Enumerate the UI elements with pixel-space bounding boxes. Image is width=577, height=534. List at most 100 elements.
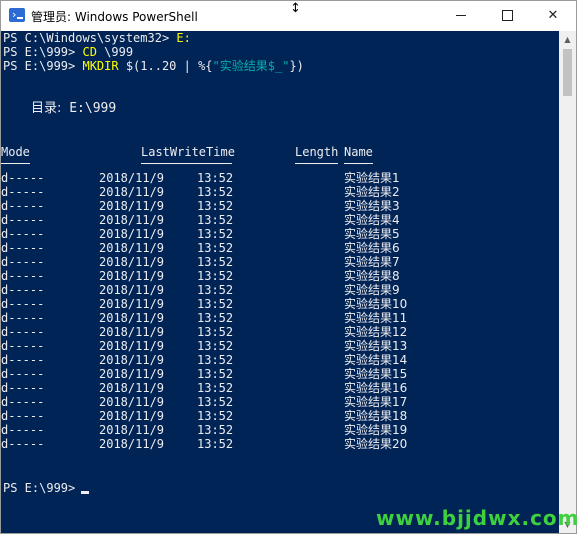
row-name: 实验结果15 [344, 367, 408, 381]
watermark: www.bjjdwx.com [376, 506, 577, 530]
row-name: 实验结果17 [344, 395, 408, 409]
row-name: 实验结果7 [344, 255, 400, 269]
row-mode: d----- [1, 339, 45, 353]
maximize-button[interactable] [484, 1, 530, 31]
row-date: 2018/11/9 [99, 311, 165, 325]
row-time: 13:52 [197, 409, 234, 423]
header-underline [1, 163, 30, 164]
row-mode: d----- [1, 255, 45, 269]
row-time: 13:52 [197, 437, 234, 451]
row-mode: d----- [1, 241, 45, 255]
row-date: 2018/11/9 [99, 199, 165, 213]
header-mode: Mode [1, 145, 30, 159]
row-mode: d----- [1, 437, 45, 451]
row-mode: d----- [1, 227, 45, 241]
console-line-2: PS E:\999> CD \999 [3, 45, 134, 59]
row-name: 实验结果13 [344, 339, 408, 353]
minimize-icon [456, 15, 466, 16]
row-date: 2018/11/9 [99, 227, 165, 241]
vertical-scrollbar[interactable]: ▲ ▼ [559, 31, 576, 533]
row-mode: d----- [1, 311, 45, 325]
close-button[interactable]: ✕ [530, 1, 576, 31]
row-mode: d----- [1, 213, 45, 227]
console-line-3: PS E:\999> MKDIR $(1..20 | %{"实验结果$_"}) [3, 59, 304, 73]
row-mode: d----- [1, 367, 45, 381]
row-date: 2018/11/9 [99, 213, 165, 227]
row-name: 实验结果8 [344, 269, 400, 283]
row-date: 2018/11/9 [99, 353, 165, 367]
row-mode: d----- [1, 381, 45, 395]
row-mode: d----- [1, 269, 45, 283]
row-mode: d----- [1, 185, 45, 199]
row-mode: d----- [1, 423, 45, 437]
row-date: 2018/11/9 [99, 185, 165, 199]
row-mode: d----- [1, 297, 45, 311]
row-mode: d----- [1, 171, 45, 185]
row-time: 13:52 [197, 255, 234, 269]
console-line-1: PS C:\Windows\system32> E: [3, 31, 191, 45]
row-mode: d----- [1, 409, 45, 423]
row-time: 13:52 [197, 227, 234, 241]
header-underline [141, 163, 232, 164]
row-time: 13:52 [197, 423, 234, 437]
header-name: Name [344, 145, 373, 159]
row-name: 实验结果18 [344, 409, 408, 423]
row-time: 13:52 [197, 311, 234, 325]
row-date: 2018/11/9 [99, 409, 165, 423]
row-date: 2018/11/9 [99, 283, 165, 297]
row-date: 2018/11/9 [99, 437, 165, 451]
powershell-icon[interactable]: › [9, 8, 25, 22]
row-time: 13:52 [197, 339, 234, 353]
minimize-button[interactable] [438, 1, 484, 31]
row-name: 实验结果4 [344, 213, 400, 227]
row-name: 实验结果5 [344, 227, 400, 241]
row-date: 2018/11/9 [99, 255, 165, 269]
row-time: 13:52 [197, 199, 234, 213]
powershell-window: › 管理员: Windows PowerShell ↕ ✕ PS C:\Wind… [0, 0, 577, 534]
header-lastwritetime: LastWriteTime [141, 145, 235, 159]
header-length: Length [295, 145, 339, 159]
row-date: 2018/11/9 [99, 297, 165, 311]
header-underline [344, 163, 373, 164]
scroll-up-icon[interactable]: ▲ [559, 31, 576, 48]
row-date: 2018/11/9 [99, 325, 165, 339]
row-time: 13:52 [197, 381, 234, 395]
row-mode: d----- [1, 353, 45, 367]
row-name: 实验结果2 [344, 185, 400, 199]
row-time: 13:52 [197, 325, 234, 339]
close-icon: ✕ [547, 8, 559, 23]
row-name: 实验结果11 [344, 311, 408, 325]
row-date: 2018/11/9 [99, 381, 165, 395]
console-area[interactable]: PS C:\Windows\system32> E: PS E:\999> CD… [1, 31, 559, 533]
row-name: 实验结果16 [344, 381, 408, 395]
row-time: 13:52 [197, 171, 234, 185]
row-mode: d----- [1, 325, 45, 339]
row-date: 2018/11/9 [99, 367, 165, 381]
window-title: 管理员: Windows PowerShell [31, 10, 198, 24]
mouse-cursor-icon: ↕ [290, 1, 301, 16]
row-time: 13:52 [197, 213, 234, 227]
row-date: 2018/11/9 [99, 269, 165, 283]
row-mode: d----- [1, 283, 45, 297]
row-name: 实验结果6 [344, 241, 400, 255]
header-underline [295, 163, 338, 164]
row-name: 实验结果1 [344, 171, 400, 185]
row-time: 13:52 [197, 269, 234, 283]
maximize-icon [501, 10, 513, 21]
directory-heading: 目录: E:\999 [31, 101, 117, 116]
scrollbar-thumb[interactable] [563, 49, 572, 96]
row-name: 实验结果12 [344, 325, 408, 339]
row-time: 13:52 [197, 297, 234, 311]
row-time: 13:52 [197, 367, 234, 381]
title-bar[interactable]: › 管理员: Windows PowerShell ↕ ✕ [1, 1, 576, 31]
final-prompt: PS E:\999> [3, 481, 90, 495]
row-date: 2018/11/9 [99, 241, 165, 255]
row-name: 实验结果20 [344, 437, 408, 451]
row-date: 2018/11/9 [99, 171, 165, 185]
row-date: 2018/11/9 [99, 339, 165, 353]
row-name: 实验结果9 [344, 283, 400, 297]
row-date: 2018/11/9 [99, 395, 165, 409]
row-name: 实验结果10 [344, 297, 408, 311]
row-time: 13:52 [197, 353, 234, 367]
row-name: 实验结果19 [344, 423, 408, 437]
